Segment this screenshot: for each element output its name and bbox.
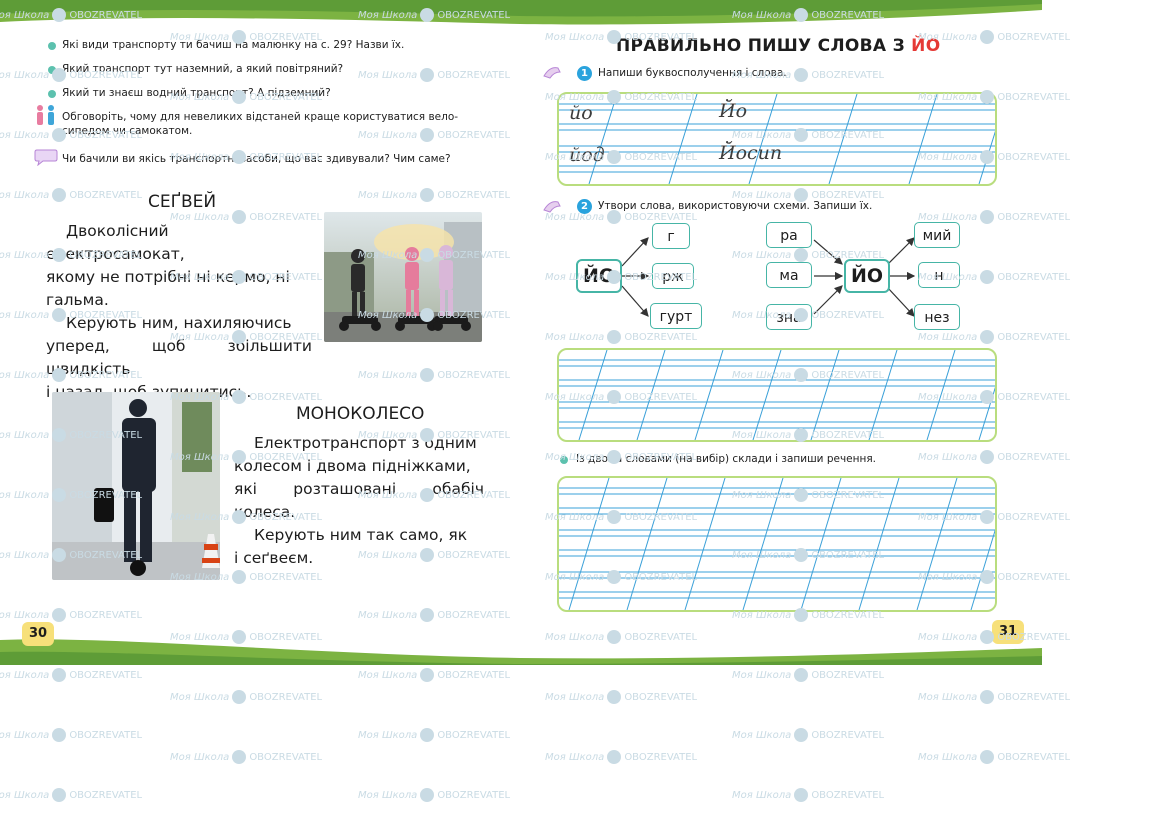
watermark: Моя ШколаOBOZREVATEL (170, 750, 323, 764)
scheme-ending-box: г (652, 223, 690, 249)
handwriting-panel-1: йо Йо йод Йосип (557, 92, 997, 186)
text-line: Керують ним, нахиляючись (66, 314, 292, 332)
question-text: Який транспорт тут наземний, а який пові… (62, 63, 344, 75)
question-text: Які види транспорту ти бачиш на малюнку … (62, 39, 405, 51)
watermark: Моя ШколаOBOZREVATEL (918, 690, 1071, 704)
page-number-left: 30 (22, 622, 54, 646)
top-wave-decoration (0, 0, 1042, 25)
text-line: колесом і двома підніжками, (234, 457, 471, 475)
segway-description: Двоколісний електросамокат, якому не пот… (46, 220, 312, 404)
writing-hand-icon (543, 201, 561, 213)
text-line: і сеґвеєм. (234, 549, 314, 567)
bullet-dot (48, 42, 56, 50)
scheme-center-box: ЙО (576, 259, 622, 293)
question-text: Чи бачили ви якісь транспортні засоби, щ… (62, 153, 451, 165)
scheme-ending-box: н (918, 262, 960, 288)
monowheel-heading: МОНОКОЛЕСО (296, 404, 425, 424)
task-instruction: Утвори слова, використовуючи схеми. Запи… (598, 200, 873, 212)
watermark: Моя ШколаOBOZREVATEL (358, 668, 511, 682)
copybook-lines (559, 94, 995, 184)
handwritten-sample: Йо (719, 100, 748, 122)
page-title-text: ПРАВИЛЬНО ПИШУ СЛОВА З (616, 36, 912, 56)
text-line: які розташовані обабіч колеса. (234, 480, 484, 521)
bottom-wave-decoration (0, 639, 1042, 665)
scheme-prefix-box: ра (766, 222, 812, 248)
monowheel-description: Електротранспорт з одним колесом і двома… (234, 432, 484, 570)
bullet-dot (560, 456, 568, 464)
handwriting-panel-3[interactable] (557, 476, 997, 612)
segway-heading: СЕҐВЕЙ (148, 192, 217, 212)
watermark: Моя ШколаOBOZREVATEL (0, 668, 143, 682)
scheme-ending-box: мий (914, 222, 960, 248)
bullet-dot (48, 90, 56, 98)
page-number-right: 31 (992, 620, 1024, 644)
text-line: Електротранспорт з одним (254, 434, 477, 452)
watermark: Моя ШколаOBOZREVATEL (358, 788, 511, 802)
question-text: Обговоріть, чому для невеликих відстаней… (62, 111, 459, 123)
page-title: ПРАВИЛЬНО ПИШУ СЛОВА З ЙО (616, 36, 940, 56)
scheme-ending-box: нез (914, 304, 960, 330)
watermark: Моя ШколаOBOZREVATEL (732, 668, 885, 682)
scheme-ending-box: рж (652, 263, 694, 289)
text-line: Керують ним так само, як (254, 526, 468, 544)
question-text: Який ти знаєш водний транспорт? А підзем… (62, 87, 331, 99)
handwritten-sample: Йосип (719, 142, 783, 164)
monowheel-photo (52, 392, 220, 580)
text-line: уперед, щоб збільшити швидкість (46, 337, 312, 378)
watermark: Моя ШколаOBOZREVATEL (732, 788, 885, 802)
text-line: гальма. (46, 291, 109, 309)
bullet-dot (48, 66, 56, 74)
question-text: сипедом чи самокатом. (62, 125, 193, 137)
watermark: Моя ШколаOBOZREVATEL (545, 750, 698, 764)
watermark: Моя ШколаOBOZREVATEL (0, 788, 143, 802)
speech-bubble-icon (34, 149, 58, 166)
watermark: Моя ШколаOBOZREVATEL (545, 690, 698, 704)
textbook-spread: Які види транспорту ти бачиш на малюнку … (0, 0, 1042, 665)
text-line: якому не потрібні ні кермо, ні (46, 268, 290, 286)
watermark: Моя ШколаOBOZREVATEL (918, 750, 1071, 764)
task-instruction: Напиши буквосполучення і слова. (598, 67, 787, 79)
watermark: Моя ШколаOBOZREVATEL (0, 728, 143, 742)
scheme-prefix-box: зна (766, 304, 812, 330)
watermark: Моя ШколаOBOZREVATEL (170, 690, 323, 704)
scheme-prefix-box: ма (766, 262, 812, 288)
task-number-badge: 2 (577, 199, 592, 214)
copybook-lines (559, 478, 995, 610)
handwritten-sample: йод (569, 144, 605, 166)
task-number-badge: 1 (577, 66, 592, 81)
watermark: Моя ШколаOBOZREVATEL (358, 728, 511, 742)
writing-hand-icon (543, 67, 561, 79)
handwritten-sample: йо (569, 102, 593, 124)
text-line: Двоколісний електросамокат, (46, 222, 185, 263)
scheme-center-box: ЙО (844, 259, 890, 293)
page-title-highlight: ЙО (911, 36, 941, 56)
task-instruction: Із двома словами (на вибір) склади і зап… (576, 453, 877, 465)
pair-discussion-icon (37, 105, 54, 125)
segway-photo (324, 212, 482, 342)
copybook-lines (559, 350, 995, 440)
handwriting-panel-2[interactable] (557, 348, 997, 442)
watermark: Моя ШколаOBOZREVATEL (732, 728, 885, 742)
scheme-ending-box: гурт (650, 303, 702, 329)
